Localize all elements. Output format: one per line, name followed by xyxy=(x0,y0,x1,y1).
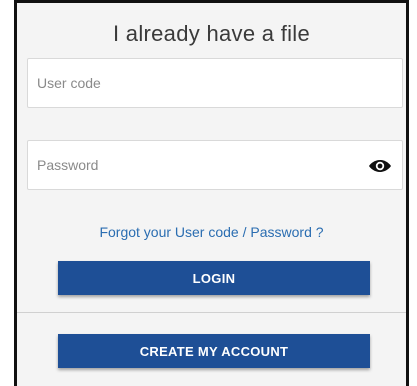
user-code-field[interactable] xyxy=(27,58,403,108)
password-input[interactable] xyxy=(28,141,402,189)
create-account-button[interactable]: CREATE MY ACCOUNT xyxy=(58,334,370,368)
divider xyxy=(17,312,406,313)
forgot-credentials-link[interactable]: Forgot your User code / Password ? xyxy=(17,224,406,240)
login-button[interactable]: LOGIN xyxy=(58,261,370,295)
user-code-input[interactable] xyxy=(28,59,402,107)
eye-icon[interactable] xyxy=(368,156,392,176)
panel-title: I already have a file xyxy=(112,21,311,46)
login-panel: I already have a file Forgot your User c… xyxy=(14,0,409,386)
password-field[interactable] xyxy=(27,140,403,190)
